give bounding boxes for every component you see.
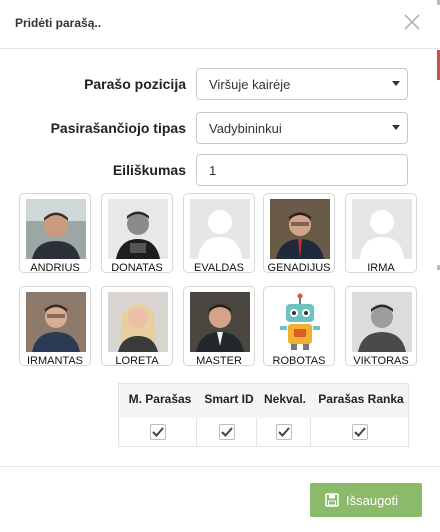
signer-type-row: Pasirašančiojo tipas Vadybininkui: [0, 112, 440, 146]
signer-card-irma[interactable]: IRMA: [345, 193, 417, 274]
save-label: Išsaugoti: [346, 493, 399, 508]
parasas-ranka-checkbox[interactable]: [351, 424, 368, 440]
signer-name: IRMA: [367, 262, 395, 274]
signer-type-value: Vadybininkui: [209, 121, 282, 136]
table-cell: [120, 418, 197, 446]
table-cell: [257, 418, 311, 446]
nekval-checkbox[interactable]: [275, 424, 292, 440]
signer-type-label: Pasirašančiojo tipas: [50, 120, 186, 136]
floppy-disk-icon: [325, 493, 339, 510]
position-row: Parašo pozicija Viršuje kairėje: [0, 68, 440, 102]
avatar: [26, 292, 86, 352]
signer-type-select[interactable]: Vadybininkui: [196, 112, 408, 144]
signer-name: MASTER: [196, 355, 242, 367]
avatar: [190, 292, 250, 352]
table-cell: [197, 418, 257, 446]
chevron-down-icon: [392, 81, 400, 86]
robot-avatar: [270, 292, 330, 352]
dialog-header: Pridėti parašą..: [0, 0, 440, 49]
signer-card-evaldas[interactable]: EVALDAS: [183, 193, 255, 274]
signer-name: EVALDAS: [194, 262, 244, 274]
save-button[interactable]: Išsaugoti: [310, 483, 422, 517]
smart-id-checkbox[interactable]: [218, 424, 235, 440]
position-select[interactable]: Viršuje kairėje: [196, 68, 408, 100]
table-cell: [311, 418, 408, 446]
close-icon[interactable]: [402, 12, 422, 32]
chevron-down-icon: [392, 125, 400, 130]
signer-card-master[interactable]: MASTER: [183, 286, 255, 367]
avatar: [26, 199, 86, 259]
signer-name: ANDRIUS: [30, 262, 80, 274]
signer-name: ROBOTAS: [272, 355, 326, 367]
signer-card-genadijus[interactable]: GENADIJUS: [263, 193, 335, 274]
m-parasas-checkbox[interactable]: [150, 424, 166, 440]
order-label: Eiliškumas: [112, 162, 186, 178]
avatar: [270, 199, 330, 259]
avatar-placeholder: [190, 199, 250, 259]
signer-card-robotas[interactable]: ROBOTAS: [263, 286, 335, 367]
signer-name: GENADIJUS: [267, 262, 331, 274]
signer-card-donatas[interactable]: DONATAS: [101, 193, 173, 274]
column-header: M. Parašas: [128, 392, 192, 406]
avatar: [108, 292, 168, 352]
dialog-title: Pridėti parašą..: [15, 16, 102, 30]
column-header: Parašas Ranka: [318, 392, 404, 406]
signer-name: VIKTORAS: [353, 355, 409, 367]
order-input[interactable]: 1: [196, 154, 408, 186]
signer-name: LORETA: [115, 355, 159, 367]
avatar-placeholder: [352, 199, 412, 259]
signer-name: DONATAS: [111, 262, 163, 274]
signer-name: IRMANTAS: [26, 355, 84, 367]
column-header: Smart ID: [204, 392, 254, 406]
signer-card-viktoras[interactable]: VIKTORAS: [345, 286, 417, 367]
footer-divider: [0, 466, 440, 467]
position-value: Viršuje kairėje: [209, 77, 291, 92]
avatar: [108, 199, 168, 259]
order-value: 1: [209, 163, 217, 178]
signer-card-loreta[interactable]: LORETA: [101, 286, 173, 367]
signature-type-table: M. Parašas Smart ID Nekval. Parašas Rank…: [118, 383, 409, 447]
column-header: Nekval.: [263, 392, 307, 406]
avatar: [352, 292, 412, 352]
signer-card-irmantas[interactable]: IRMANTAS: [19, 286, 91, 367]
signer-card-andrius[interactable]: ANDRIUS: [19, 193, 91, 274]
order-row: Eiliškumas 1: [0, 154, 440, 188]
position-label: Parašo pozicija: [84, 76, 186, 92]
